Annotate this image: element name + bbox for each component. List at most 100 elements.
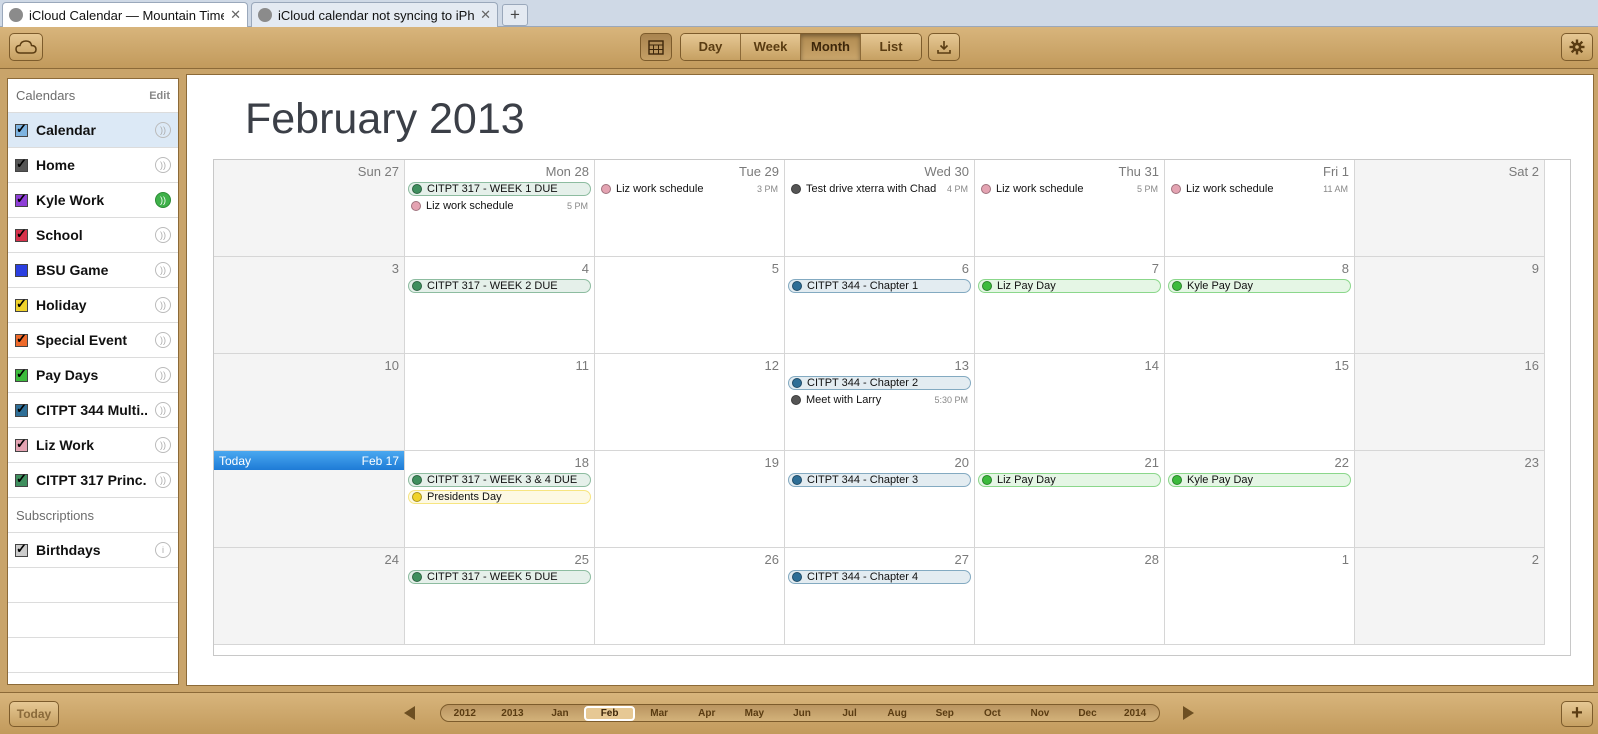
today-button[interactable]: Today: [9, 701, 59, 727]
day-cell[interactable]: Sun 27: [214, 160, 405, 257]
previous-arrow-icon[interactable]: [404, 706, 415, 720]
calendar-event[interactable]: Kyle Pay Day: [1168, 473, 1351, 487]
next-arrow-icon[interactable]: [1183, 706, 1194, 720]
timeline-item[interactable]: Mar: [635, 708, 683, 719]
timeline-item[interactable]: Nov: [1016, 708, 1064, 719]
calendar-event[interactable]: Test drive xterra with Chad 4 PM: [788, 182, 971, 196]
share-icon[interactable]: )): [155, 227, 171, 243]
calendar-event[interactable]: CITPT 344 - Chapter 3: [788, 473, 971, 487]
share-icon[interactable]: )): [155, 262, 171, 278]
list-view-button[interactable]: List: [861, 34, 921, 60]
calendar-checkbox[interactable]: [15, 156, 28, 172]
day-cell[interactable]: 26: [595, 548, 785, 645]
share-icon[interactable]: )): [155, 472, 171, 488]
day-cell[interactable]: 3: [214, 257, 405, 354]
timeline-item[interactable]: Aug: [873, 708, 921, 719]
timeline-item[interactable]: 2014: [1111, 708, 1159, 719]
sidebar-calendar-item[interactable]: Calendar)): [8, 113, 178, 148]
cloud-icon[interactable]: [9, 33, 43, 61]
day-cell[interactable]: 28: [975, 548, 1165, 645]
sidebar-calendar-item[interactable]: Liz Work)): [8, 428, 178, 463]
calendar-event[interactable]: CITPT 344 - Chapter 2: [788, 376, 971, 390]
day-cell[interactable]: 12: [595, 354, 785, 451]
browser-tab-icloud-calendar[interactable]: iCloud Calendar — Mountain Time ✕: [2, 2, 248, 27]
day-view-button[interactable]: Day: [681, 34, 741, 60]
share-icon[interactable]: )): [155, 122, 171, 138]
calendar-checkbox[interactable]: [15, 401, 28, 417]
calendar-event[interactable]: Liz work schedule 5 PM: [978, 182, 1161, 196]
share-icon[interactable]: )): [155, 402, 171, 418]
timeline-item[interactable]: Jul: [826, 708, 874, 719]
share-icon[interactable]: )): [155, 297, 171, 313]
day-cell[interactable]: Mon 28 CITPT 317 - WEEK 1 DUE Liz work sch…: [405, 160, 595, 257]
day-cell[interactable]: Sat 2: [1355, 160, 1545, 257]
calendar-checkbox[interactable]: [15, 296, 28, 312]
day-cell[interactable]: 5: [595, 257, 785, 354]
day-cell[interactable]: Today Feb 17: [214, 451, 405, 548]
close-icon[interactable]: ✕: [480, 7, 491, 23]
sidebar-calendar-item[interactable]: BSU Game)): [8, 253, 178, 288]
timeline-item[interactable]: Apr: [683, 708, 731, 719]
timeline-item[interactable]: May: [731, 708, 779, 719]
calendar-checkbox[interactable]: [15, 471, 28, 487]
day-cell[interactable]: 2: [1355, 548, 1545, 645]
timeline-item[interactable]: Sep: [921, 708, 969, 719]
day-cell[interactable]: 19: [595, 451, 785, 548]
day-cell[interactable]: Thu 31 Liz work schedule 5 PM: [975, 160, 1165, 257]
day-cell[interactable]: 21 Liz Pay Day: [975, 451, 1165, 548]
week-view-button[interactable]: Week: [741, 34, 801, 60]
calendar-event[interactable]: Liz work schedule 11 AM: [1168, 182, 1351, 196]
sidebar-calendar-item[interactable]: Holiday)): [8, 288, 178, 323]
gear-icon[interactable]: [1561, 33, 1593, 61]
day-cell[interactable]: 8 Kyle Pay Day: [1165, 257, 1355, 354]
calendar-event[interactable]: Presidents Day: [408, 490, 591, 504]
day-cell[interactable]: 20 CITPT 344 - Chapter 3: [785, 451, 975, 548]
calendar-checkbox[interactable]: [15, 366, 28, 382]
day-cell[interactable]: Fri 1 Liz work schedule 11 AM: [1165, 160, 1355, 257]
calendar-checkbox[interactable]: [15, 331, 28, 347]
sidebar-calendar-item[interactable]: Home)): [8, 148, 178, 183]
calendar-checkbox[interactable]: [15, 191, 28, 207]
day-cell[interactable]: 25 CITPT 317 - WEEK 5 DUE: [405, 548, 595, 645]
calendar-event[interactable]: CITPT 317 - WEEK 5 DUE: [408, 570, 591, 584]
browser-tab-sync-question[interactable]: iCloud calendar not syncing to iPhon... …: [251, 2, 498, 27]
day-cell[interactable]: 11: [405, 354, 595, 451]
day-cell[interactable]: 9: [1355, 257, 1545, 354]
day-cell[interactable]: 6 CITPT 344 - Chapter 1: [785, 257, 975, 354]
sidebar-calendar-item[interactable]: Special Event)): [8, 323, 178, 358]
calendar-event[interactable]: Kyle Pay Day: [1168, 279, 1351, 293]
sidebar-calendar-item[interactable]: CITPT 344 Multi...)): [8, 393, 178, 428]
timeline-item[interactable]: Jun: [778, 708, 826, 719]
calendar-checkbox[interactable]: [15, 226, 28, 242]
day-cell[interactable]: 24: [214, 548, 405, 645]
day-cell[interactable]: 1: [1165, 548, 1355, 645]
share-icon[interactable]: )): [155, 192, 171, 208]
timeline-item[interactable]: Oct: [969, 708, 1017, 719]
day-cell[interactable]: 14: [975, 354, 1165, 451]
calendar-event[interactable]: CITPT 317 - WEEK 1 DUE: [408, 182, 591, 196]
calendar-event[interactable]: Meet with Larry 5:30 PM: [788, 393, 971, 407]
calendar-event[interactable]: Liz Pay Day: [978, 279, 1161, 293]
calendar-event[interactable]: CITPT 317 - WEEK 3 & 4 DUE: [408, 473, 591, 487]
day-cell[interactable]: 27 CITPT 344 - Chapter 4: [785, 548, 975, 645]
calendar-event[interactable]: Liz Pay Day: [978, 473, 1161, 487]
day-cell[interactable]: 10: [214, 354, 405, 451]
calendar-view-icon[interactable]: [640, 33, 672, 61]
timeline-item[interactable]: 2012: [441, 708, 489, 719]
timeline-item[interactable]: Jan: [536, 708, 584, 719]
day-cell[interactable]: 18 CITPT 317 - WEEK 3 & 4 DUE Presidents D…: [405, 451, 595, 548]
day-cell[interactable]: 23: [1355, 451, 1545, 548]
subscription-checkbox[interactable]: [15, 541, 28, 557]
calendar-checkbox[interactable]: [15, 263, 28, 277]
new-tab-button[interactable]: +: [502, 4, 528, 26]
calendar-event[interactable]: Liz work schedule 5 PM: [408, 199, 591, 213]
timeline-item[interactable]: Dec: [1064, 708, 1112, 719]
day-cell[interactable]: 22 Kyle Pay Day: [1165, 451, 1355, 548]
day-cell[interactable]: 7 Liz Pay Day: [975, 257, 1165, 354]
day-cell[interactable]: 16: [1355, 354, 1545, 451]
sidebar-calendar-item[interactable]: School)): [8, 218, 178, 253]
timeline-item[interactable]: 2013: [489, 708, 537, 719]
sidebar-subscription-item[interactable]: Birthdays i: [8, 533, 178, 568]
timeline-item[interactable]: Feb: [583, 705, 636, 721]
edit-button[interactable]: Edit: [149, 90, 170, 102]
